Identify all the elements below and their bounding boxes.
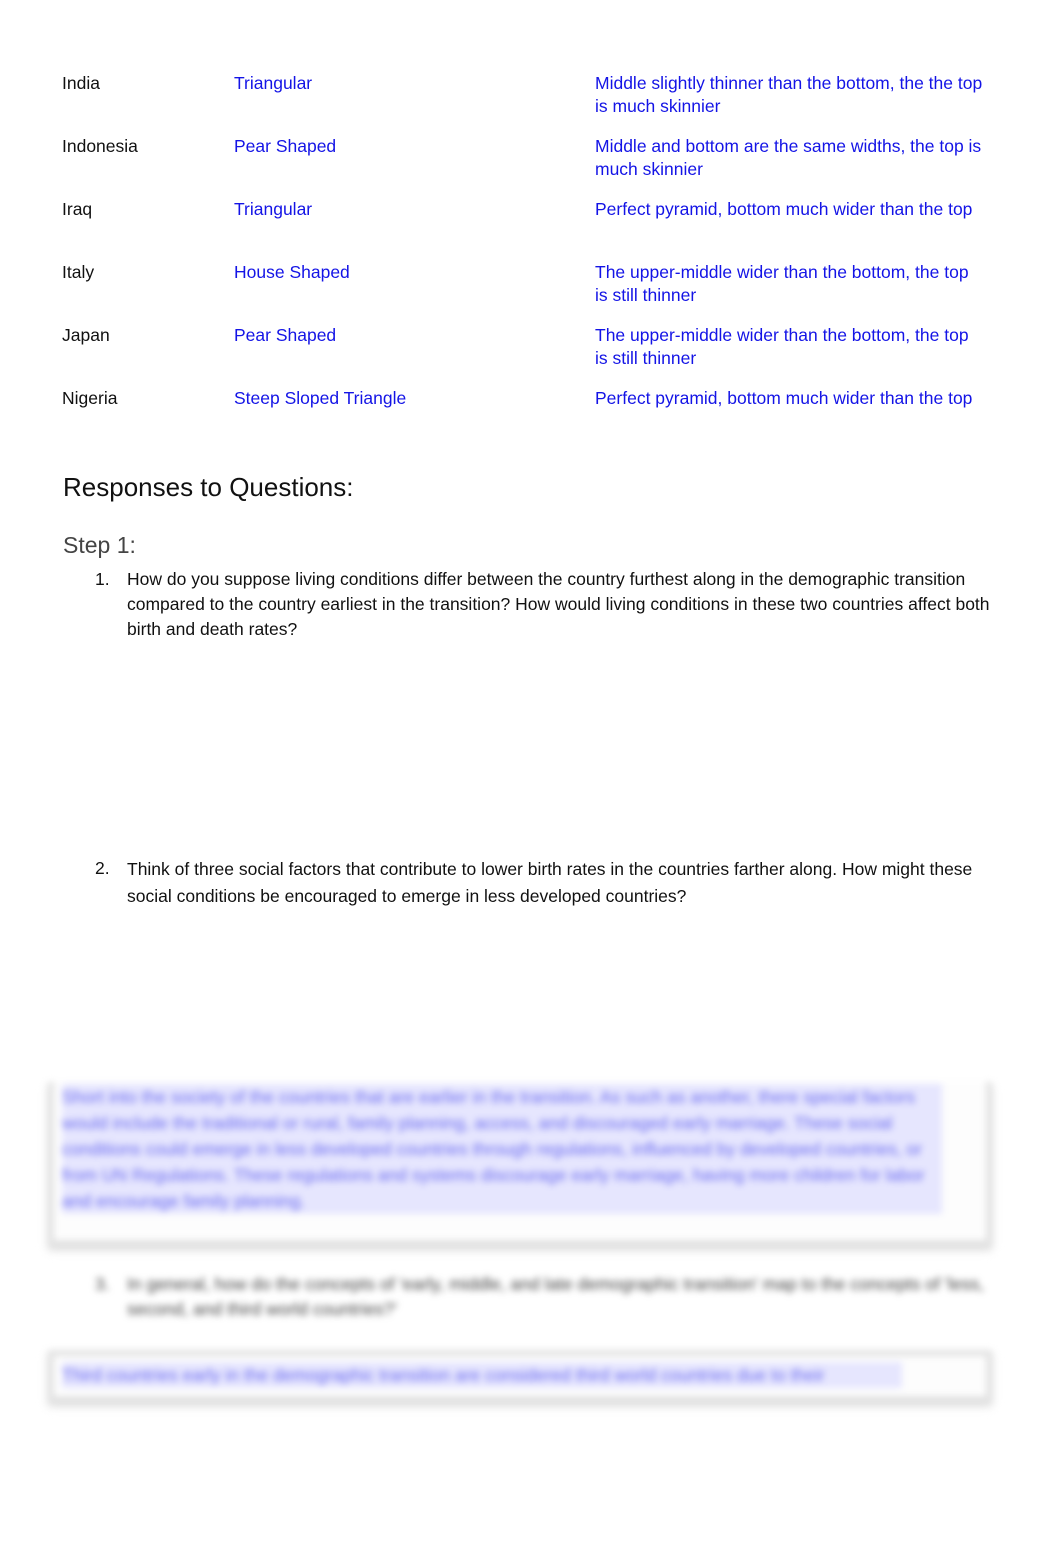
shape-description: Perfect pyramid, bottom much wider than … bbox=[595, 199, 973, 219]
shape-description: The upper-middle wider than the bottom, … bbox=[595, 325, 969, 368]
answer-text: Short into the society of the countries … bbox=[62, 1084, 942, 1214]
table-row: Japan Pear Shaped The upper-middle wider… bbox=[62, 322, 992, 385]
responses-heading: Responses to Questions: bbox=[63, 472, 354, 502]
pyramid-shape-table: India Triangular Middle slightly thinner… bbox=[62, 70, 992, 448]
shape-description: Middle and bottom are the same widths, t… bbox=[595, 136, 982, 179]
answer-box: Third countries early in the demographic… bbox=[48, 1350, 992, 1402]
pyramid-shape: Triangular bbox=[234, 73, 313, 93]
answer-text: Third countries early in the demographic… bbox=[62, 1362, 902, 1388]
table-row: Nigeria Steep Sloped Triangle Perfect py… bbox=[62, 385, 992, 448]
question-number: 3. bbox=[95, 1274, 110, 1294]
pyramid-shape: House Shaped bbox=[234, 262, 350, 282]
question-number: 2. bbox=[95, 858, 110, 878]
table-row: Iraq Triangular Perfect pyramid, bottom … bbox=[62, 196, 992, 259]
shape-description: Middle slightly thinner than the bottom,… bbox=[595, 73, 983, 116]
question-text: Think of three social factors that contr… bbox=[127, 859, 973, 906]
pyramid-shape: Steep Sloped Triangle bbox=[234, 388, 407, 408]
pyramid-shape: Pear Shaped bbox=[234, 136, 337, 156]
country-name: Nigeria bbox=[62, 388, 118, 408]
shape-description: Perfect pyramid, bottom much wider than … bbox=[595, 388, 973, 408]
question-number: 1. bbox=[95, 569, 110, 589]
pyramid-shape: Pear Shaped bbox=[234, 325, 337, 345]
country-name: Italy bbox=[62, 262, 95, 282]
country-name: India bbox=[62, 73, 100, 93]
question-text: In general, how do the concepts of 'earl… bbox=[127, 1274, 984, 1319]
table-row: Indonesia Pear Shaped Middle and bottom … bbox=[62, 133, 992, 196]
country-name: Indonesia bbox=[62, 136, 138, 156]
step-heading: Step 1: bbox=[63, 532, 136, 558]
shape-description: The upper-middle wider than the bottom, … bbox=[595, 262, 969, 305]
table-row: Italy House Shaped The upper-middle wide… bbox=[62, 259, 992, 322]
answer-box: Short into the society of the countries … bbox=[48, 1082, 992, 1246]
table-row: India Triangular Middle slightly thinner… bbox=[62, 70, 992, 133]
blurred-preview: Short into the society of the countries … bbox=[0, 1082, 1062, 1556]
country-name: Iraq bbox=[62, 199, 93, 219]
document-page: India Triangular Middle slightly thinner… bbox=[0, 0, 1062, 1556]
country-name: Japan bbox=[62, 325, 110, 345]
pyramid-shape: Triangular bbox=[234, 199, 313, 219]
question-text: How do you suppose living conditions dif… bbox=[127, 569, 990, 639]
